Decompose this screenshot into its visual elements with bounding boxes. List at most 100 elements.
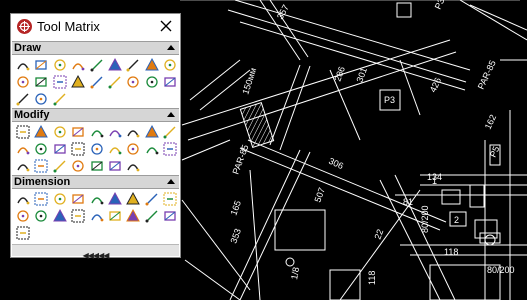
frame-icon[interactable] <box>107 74 123 90</box>
edit-icon[interactable] <box>162 74 178 90</box>
fire-icon[interactable] <box>107 158 123 174</box>
section-header-dimension[interactable]: Dimension <box>12 175 179 189</box>
wall-line <box>394 174 456 300</box>
ellipse-icon[interactable] <box>125 57 141 73</box>
dim-update-icon[interactable] <box>162 208 178 224</box>
arc-edit-icon[interactable] <box>107 141 123 157</box>
dim-label: 1/8 <box>289 266 301 280</box>
curve-icon[interactable] <box>33 74 49 90</box>
bomb-icon[interactable] <box>125 158 141 174</box>
expand-footer[interactable]: ◀◀◀◀◀ <box>12 244 179 260</box>
close-icon[interactable] <box>157 17 175 35</box>
rotate-icon[interactable] <box>89 74 105 90</box>
dim-label: P3 <box>433 0 447 11</box>
baseline-dim-icon[interactable] <box>52 191 68 207</box>
fillet-icon[interactable] <box>70 141 86 157</box>
center-mark-icon[interactable] <box>125 191 141 207</box>
expand-arrows-icon[interactable]: ◀◀◀◀◀ <box>83 251 110 260</box>
section-header-draw[interactable]: Draw <box>12 41 179 55</box>
spline-icon[interactable] <box>107 57 123 73</box>
dim-label: PAR-85 <box>476 59 498 91</box>
collapse-arrow-icon[interactable] <box>167 112 175 117</box>
dim-override-icon[interactable] <box>15 225 31 241</box>
section-label: Draw <box>14 42 41 54</box>
radius-dim-icon[interactable] <box>162 191 178 207</box>
join-icon[interactable] <box>15 158 31 174</box>
dim-label: 2 <box>454 215 459 225</box>
pencil-icon[interactable] <box>162 57 178 73</box>
arc-length-icon[interactable] <box>33 208 49 224</box>
mirror-icon[interactable] <box>52 124 68 140</box>
dim-label: 507 <box>312 186 327 204</box>
ordinate-dim-icon[interactable] <box>89 191 105 207</box>
hatch-icon[interactable] <box>70 74 86 90</box>
dim-label: 357 <box>275 3 291 21</box>
paint-icon[interactable] <box>89 158 105 174</box>
leader-icon[interactable] <box>70 208 86 224</box>
gear-icon[interactable] <box>33 141 49 157</box>
shape-icon[interactable] <box>107 124 123 140</box>
dim-label: 118 <box>444 247 458 257</box>
dim-label: 134 <box>427 172 442 182</box>
collapse-arrow-icon[interactable] <box>167 45 175 50</box>
leaf-icon[interactable] <box>144 57 160 73</box>
scale-icon[interactable] <box>162 124 178 140</box>
polyline-icon[interactable] <box>33 57 49 73</box>
angular-dim-icon[interactable] <box>15 208 31 224</box>
offset-icon[interactable] <box>70 124 86 140</box>
image-icon[interactable] <box>125 74 141 90</box>
app-logo-icon <box>17 19 32 34</box>
hexagon-icon[interactable] <box>70 57 86 73</box>
fixture <box>474 219 498 239</box>
copy-icon[interactable] <box>33 124 49 140</box>
trim-icon[interactable] <box>52 141 68 157</box>
linear-dim-icon[interactable] <box>15 191 31 207</box>
aligned-dim-icon[interactable] <box>33 191 49 207</box>
title-bar[interactable]: Tool Matrix <box>11 14 180 40</box>
dotted-circle-icon[interactable] <box>33 91 49 107</box>
dim-edit-icon[interactable] <box>125 208 141 224</box>
hammer-icon[interactable] <box>107 191 123 207</box>
stretch-icon[interactable] <box>15 141 31 157</box>
jogged-icon[interactable] <box>52 208 68 224</box>
eraser-icon[interactable] <box>15 124 31 140</box>
match-icon[interactable] <box>52 158 68 174</box>
dim-label: 162 <box>483 113 498 131</box>
explode-icon[interactable] <box>162 141 178 157</box>
wall-line <box>181 199 251 291</box>
fixture <box>396 2 412 18</box>
move-icon[interactable] <box>144 124 160 140</box>
hatched-column <box>239 101 275 149</box>
cross-icon[interactable] <box>15 74 31 90</box>
section-header-modify[interactable]: Modify <box>12 108 179 122</box>
continue-dim-icon[interactable] <box>70 191 86 207</box>
bracket-icon[interactable] <box>52 74 68 90</box>
wall-line <box>459 0 527 41</box>
wall-line <box>181 39 451 126</box>
section-label: Modify <box>14 109 50 121</box>
split-icon[interactable] <box>33 158 49 174</box>
dim-label: 80/200 <box>487 265 515 275</box>
extend-icon[interactable] <box>144 141 160 157</box>
grid-icon[interactable] <box>125 124 141 140</box>
line-icon[interactable] <box>15 57 31 73</box>
wall-line <box>189 59 241 101</box>
dotted-square-icon[interactable] <box>15 91 31 107</box>
room-outline <box>329 269 361 300</box>
cloud-icon[interactable] <box>52 91 68 107</box>
inspect-icon[interactable] <box>107 208 123 224</box>
chamfer-icon[interactable] <box>89 141 105 157</box>
dim-style-icon[interactable] <box>144 208 160 224</box>
align-icon[interactable] <box>70 158 86 174</box>
tolerance-icon[interactable] <box>89 208 105 224</box>
dim-label: 22 <box>372 228 385 241</box>
section-label: Dimension <box>14 176 71 188</box>
arc-icon[interactable] <box>89 57 105 73</box>
text-icon[interactable] <box>144 74 160 90</box>
diameter-dim-icon[interactable] <box>144 191 160 207</box>
break-icon[interactable] <box>125 141 141 157</box>
stairs-icon[interactable] <box>89 124 105 140</box>
fixture <box>441 189 461 205</box>
collapse-arrow-icon[interactable] <box>167 179 175 184</box>
circle-icon[interactable] <box>52 57 68 73</box>
